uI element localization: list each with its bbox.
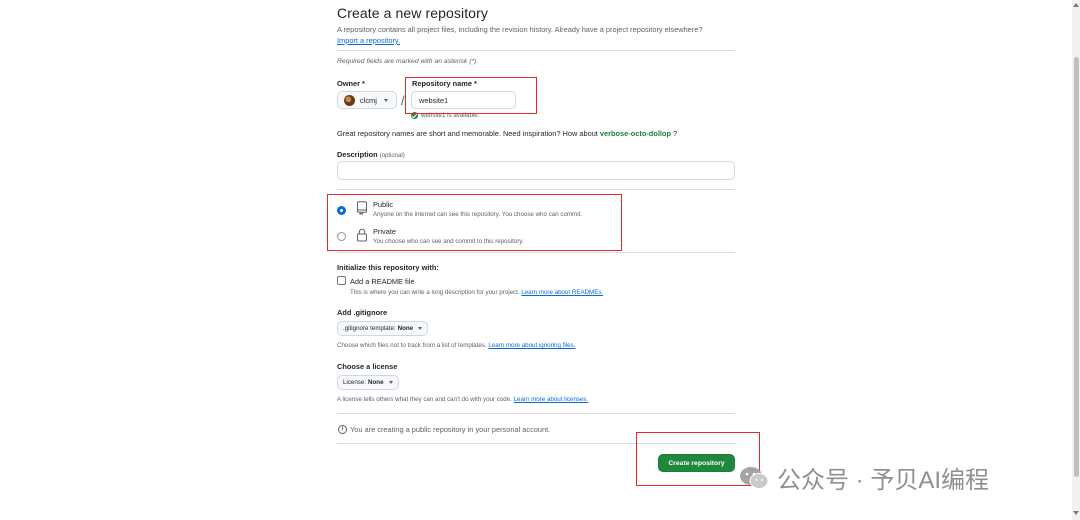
- scrollbar-thumb[interactable]: [1074, 57, 1079, 477]
- divider: [337, 413, 735, 414]
- name-hint-suffix: ?: [673, 129, 678, 138]
- wechat-icon: [740, 466, 769, 489]
- scroll-down-arrow-icon[interactable]: [1073, 511, 1079, 515]
- owner-select[interactable]: clcmj: [337, 91, 397, 109]
- readme-desc-text: This is where you can write a long descr…: [350, 289, 520, 296]
- page-title: Create a new repository: [337, 5, 488, 21]
- gitignore-desc: Choose which files not to track from a l…: [337, 342, 575, 349]
- chevron-down-icon: [418, 327, 423, 330]
- scroll-up-arrow-icon[interactable]: [1073, 3, 1079, 7]
- avatar: [344, 94, 355, 106]
- description-input[interactable]: [337, 161, 735, 180]
- license-select-value: None: [368, 379, 384, 386]
- divider: [337, 252, 735, 253]
- readme-label[interactable]: Add a README file: [350, 277, 415, 286]
- gitignore-template-select[interactable]: .gitignore template: None: [337, 321, 429, 336]
- watermark-text: 公众号 · 予贝AI编程: [777, 467, 990, 494]
- initialize-heading: Initialize this repository with:: [337, 263, 439, 272]
- gitignore-learn-more-link[interactable]: Learn more about ignoring files.: [488, 342, 575, 349]
- license-desc: A license tells others what they can and…: [337, 396, 588, 403]
- license-desc-text: A license tells others what they can and…: [337, 396, 512, 403]
- annotation-box-repo-name: [405, 77, 537, 114]
- gitignore-select-value: None: [397, 325, 414, 332]
- divider: [337, 189, 735, 190]
- import-repository-link[interactable]: Import a repository.: [337, 36, 400, 45]
- divider: [337, 50, 735, 51]
- readme-learn-more-link[interactable]: Learn more about READMEs.: [521, 289, 603, 296]
- chevron-down-icon: [388, 381, 393, 384]
- optional-tag: (optional): [379, 153, 405, 159]
- watermark: 公众号 · 予贝AI编程: [739, 460, 989, 495]
- readme-checkbox[interactable]: [337, 276, 346, 285]
- annotation-box-visibility: [327, 194, 622, 251]
- gitignore-desc-text: Choose which files not to track from a l…: [337, 342, 487, 349]
- chevron-down-icon: [383, 98, 388, 102]
- name-suggestion[interactable]: verbose-octo-dollop: [600, 129, 671, 138]
- gitignore-heading: Add .gitignore: [337, 308, 388, 317]
- license-select[interactable]: License: None: [337, 375, 399, 390]
- public-repo-notice-text: You are creating a public repository in …: [350, 425, 551, 434]
- name-hint: Great repository names are short and mem…: [337, 129, 677, 138]
- owner-label: Owner *: [337, 79, 365, 88]
- owner-value: clcmj: [360, 95, 377, 105]
- intro-text: A repository contains all project files,…: [337, 25, 703, 34]
- description-label-text: Description: [337, 150, 378, 159]
- license-learn-more-link[interactable]: Learn more about licenses.: [514, 396, 589, 403]
- gitignore-select-prefix: .gitignore template:: [343, 325, 396, 332]
- name-hint-text: Great repository names are short and mem…: [337, 129, 598, 138]
- license-heading: Choose a license: [337, 362, 398, 371]
- description-label: Description (optional): [337, 150, 405, 159]
- license-select-prefix: License:: [343, 379, 367, 386]
- readme-desc: This is where you can write a long descr…: [350, 289, 603, 296]
- required-note: Required fields are marked with an aster…: [337, 58, 479, 65]
- public-repo-notice: i You are creating a public repository i…: [338, 425, 550, 434]
- info-icon: i: [338, 425, 347, 434]
